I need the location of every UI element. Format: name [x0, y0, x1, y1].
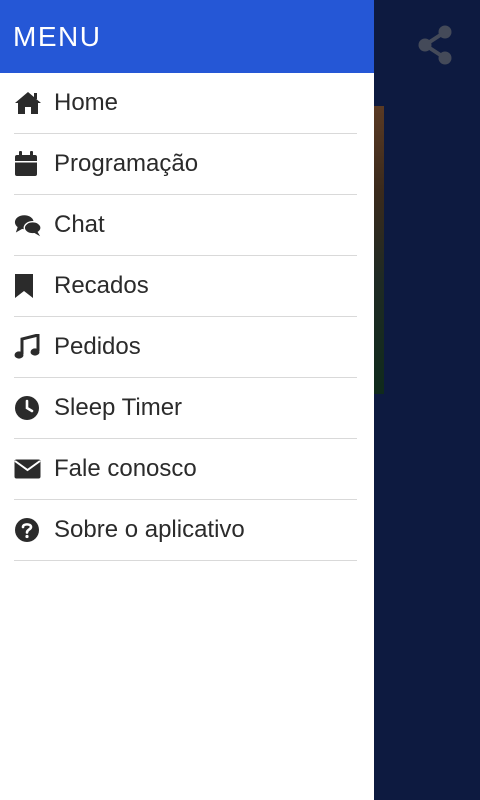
help-icon [14, 516, 42, 544]
menu-item-label: Chat [54, 211, 105, 238]
menu-item-pedidos[interactable]: Pedidos [14, 317, 357, 378]
music-icon [14, 333, 42, 361]
home-icon [14, 89, 42, 117]
menu-item-programacao[interactable]: Programação [14, 134, 357, 195]
menu-item-label: Programação [54, 150, 199, 177]
drawer-header: MENU [0, 0, 374, 73]
menu-item-label: Recados [54, 272, 149, 299]
clock-icon [14, 394, 42, 422]
menu-item-label: Pedidos [54, 333, 141, 360]
share-button[interactable] [414, 25, 456, 70]
menu-item-label: Home [54, 89, 119, 116]
bookmark-icon [14, 272, 42, 300]
menu-item-chat[interactable]: Chat [14, 195, 357, 256]
menu-item-label: Sobre o aplicativo [54, 516, 245, 543]
menu-item-label: Sleep Timer [54, 394, 183, 421]
navigation-drawer: MENU Home Programação Chat Recados Pedid… [0, 0, 374, 800]
menu-item-recados[interactable]: Recados [14, 256, 357, 317]
calendar-icon [14, 150, 42, 178]
menu-list: Home Programação Chat Recados Pedidos Sl… [0, 73, 374, 561]
menu-item-fale-conosco[interactable]: Fale conosco [14, 439, 357, 500]
menu-item-sleep-timer[interactable]: Sleep Timer [14, 378, 357, 439]
share-icon [417, 25, 453, 70]
menu-item-home[interactable]: Home [14, 73, 357, 134]
menu-item-sobre[interactable]: Sobre o aplicativo [14, 500, 357, 561]
menu-item-label: Fale conosco [54, 455, 197, 482]
envelope-icon [14, 455, 42, 483]
chat-icon [14, 211, 42, 239]
drawer-title: MENU [13, 20, 102, 52]
